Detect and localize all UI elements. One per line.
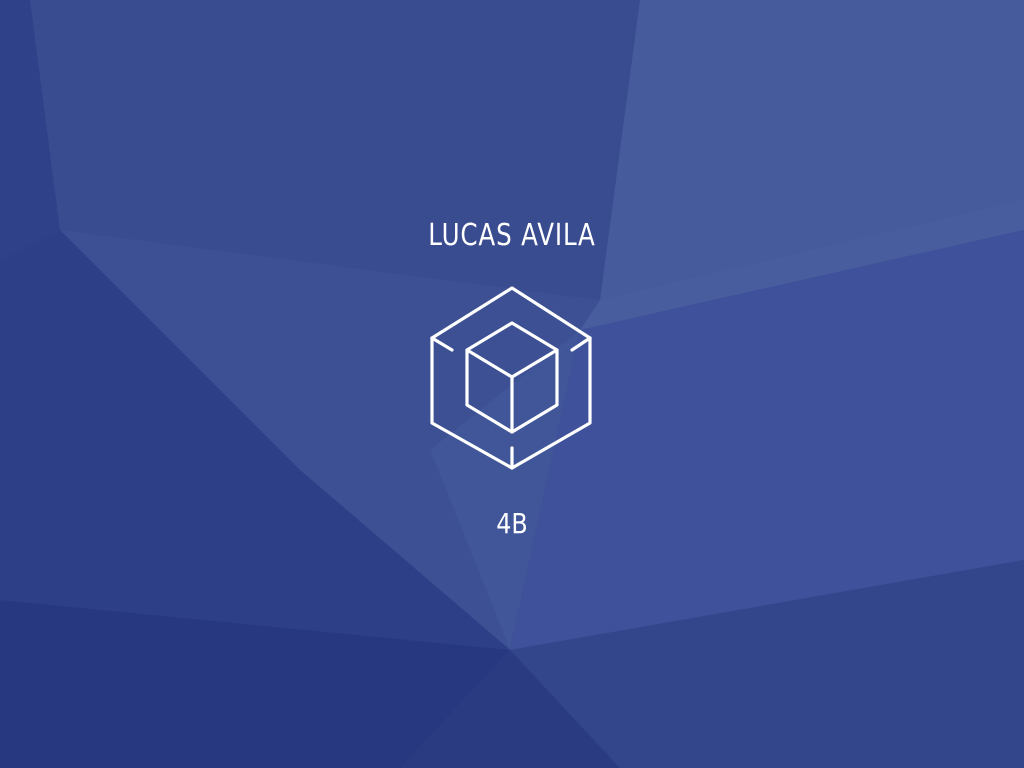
splash-screen: LUCAS AVILA 4B (0, 0, 1024, 768)
user-code: 4B (496, 507, 528, 540)
nested-cube-icon (430, 286, 592, 470)
user-name: LUCAS AVILA (428, 218, 596, 253)
